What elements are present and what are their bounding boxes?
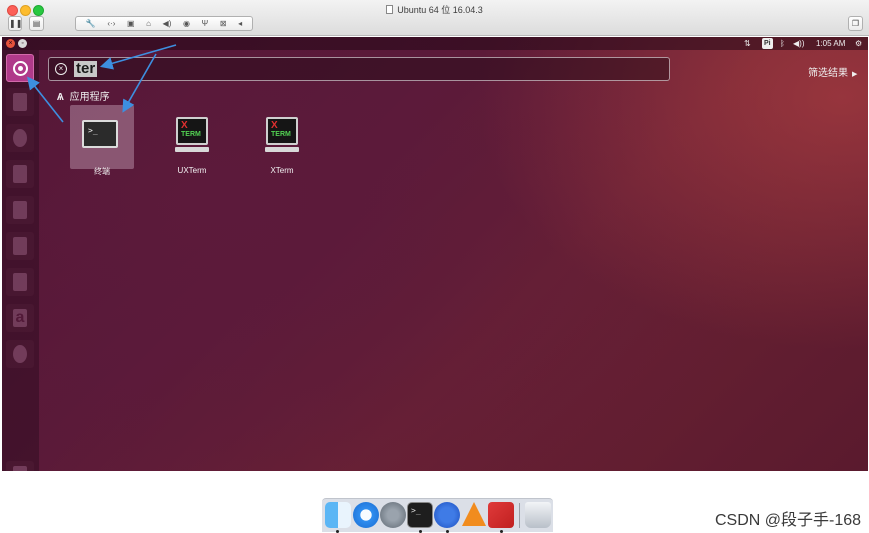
vm-settings-button[interactable]: ▤: [29, 16, 44, 31]
terminal-icon: >_: [82, 120, 118, 148]
finder-icon[interactable]: [325, 502, 351, 528]
xterm-icon: X TERM: [266, 117, 298, 145]
launcher-calc-icon[interactable]: [6, 196, 34, 224]
xterm-keyboard-base: [265, 147, 299, 152]
category-header: Ѧ 应用程序: [57, 88, 110, 103]
launcher-files-icon[interactable]: [6, 88, 34, 116]
result-terminal[interactable]: >_: [70, 105, 134, 169]
xterm-icon: X TERM: [176, 117, 208, 145]
vm-device-toolbar: 🔧 ‹·› ▣ ⌂ ◀) ◉ Ψ ⊠ ◂: [75, 16, 253, 31]
dock-separator: [519, 503, 520, 528]
filter-results-button[interactable]: 筛选结果 ▶: [808, 64, 857, 79]
result-uxterm[interactable]: X TERM: [160, 105, 224, 169]
search-query-text: ter: [74, 60, 98, 77]
launcher-trash-icon[interactable]: [6, 461, 34, 471]
dash-search-input[interactable]: × ter: [48, 57, 670, 81]
chevron-right-icon: ▶: [852, 71, 858, 78]
lock-icon[interactable]: ⌂: [146, 19, 151, 28]
input-method-indicator[interactable]: Pi: [762, 38, 773, 49]
applications-icon: Ѧ: [57, 92, 64, 103]
clear-search-icon[interactable]: ×: [55, 63, 67, 75]
usb-icon[interactable]: Ψ: [202, 19, 209, 28]
mac-dock: >_: [322, 498, 553, 533]
result-label: 终端: [94, 167, 110, 176]
result-label: XTerm: [270, 166, 294, 175]
share-icon[interactable]: ⊠: [220, 19, 227, 28]
dash-maximize-button[interactable]: ◦: [18, 39, 27, 48]
wrench-icon[interactable]: 🔧: [86, 19, 96, 28]
result-xterm[interactable]: X TERM: [250, 105, 314, 169]
screenshot-stage: Ubuntu 64 位 16.04.3 ❚❚ ▤ 🔧 ‹·› ▣ ⌂ ◀) ◉ …: [0, 0, 869, 533]
launcher-writer-icon[interactable]: [6, 160, 34, 188]
category-label: 应用程序: [69, 92, 110, 103]
safari-icon[interactable]: [353, 502, 379, 528]
gear-icon[interactable]: ⚙: [855, 38, 862, 49]
document-icon: [386, 5, 394, 14]
watermark: CSDN @段子手-168: [715, 512, 862, 529]
dash-close-button[interactable]: ×: [6, 39, 15, 48]
chevron-left-icon[interactable]: ◂: [238, 19, 242, 28]
launcher-impress-icon[interactable]: [6, 232, 34, 260]
parallels-icon[interactable]: [488, 502, 514, 528]
volume-icon[interactable]: ◀)): [793, 38, 804, 49]
launchpad-icon[interactable]: [380, 502, 406, 528]
window-title: Ubuntu 64 位 16.04.3: [0, 3, 869, 16]
disk-icon[interactable]: ▣: [127, 19, 135, 28]
camera-icon[interactable]: ◉: [183, 19, 190, 28]
launcher-browser-icon[interactable]: [6, 124, 34, 152]
snapshot-button[interactable]: ❐: [848, 16, 863, 31]
mac-window-titlebar: Ubuntu 64 位 16.04.3 ❚❚ ▤ 🔧 ‹·› ▣ ⌂ ◀) ◉ …: [0, 0, 869, 36]
terminal-icon[interactable]: >_: [407, 502, 433, 528]
dash-home-button[interactable]: [6, 54, 34, 82]
volume-icon[interactable]: ◀): [163, 19, 172, 28]
launcher-settings-icon[interactable]: [6, 340, 34, 368]
vm-icon[interactable]: [434, 502, 460, 528]
ubuntu-desktop: × ◦ ⇅ Pi ᛒ ◀)) 1:05 AM ⚙ a × ter 筛选结果 ▶ …: [2, 37, 868, 471]
trash-icon[interactable]: [525, 502, 551, 528]
ubuntu-logo-icon: [13, 61, 28, 76]
pause-vm-button[interactable]: ❚❚: [8, 16, 22, 31]
result-label: UXTerm: [177, 166, 207, 175]
ubuntu-launcher: a: [2, 50, 39, 471]
network-indicator-icon[interactable]: ⇅: [744, 38, 751, 49]
bluetooth-icon[interactable]: ᛒ: [780, 38, 785, 49]
vlc-icon[interactable]: [462, 502, 486, 526]
ubuntu-top-panel: × ◦ ⇅ Pi ᛒ ◀)) 1:05 AM ⚙: [2, 37, 868, 50]
xterm-keyboard-base: [175, 147, 209, 152]
clock[interactable]: 1:05 AM: [816, 38, 845, 49]
network-icon[interactable]: ‹·›: [107, 19, 115, 28]
launcher-software-icon[interactable]: [6, 268, 34, 296]
launcher-amazon-icon[interactable]: a: [6, 304, 34, 332]
filter-results-label: 筛选结果: [808, 68, 848, 79]
